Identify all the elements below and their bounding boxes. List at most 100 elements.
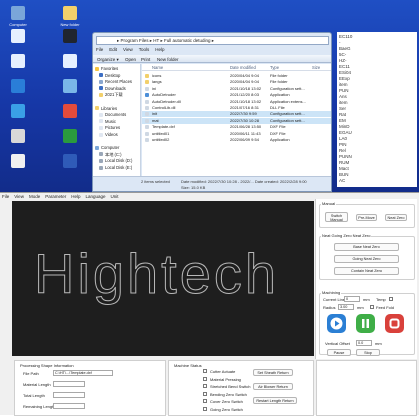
vertical-offset-input[interactable]: 0.0	[356, 340, 372, 346]
desktop-icon-image	[63, 54, 77, 68]
set-sheath-return-button[interactable]: Set Sheath Return	[253, 369, 293, 376]
stop-icon	[389, 318, 400, 329]
column-type[interactable]: Type	[270, 65, 279, 70]
file-row[interactable]: icons 2020/04/04 9:04 File folder	[142, 73, 331, 79]
file-row[interactable]: ControlLib.dll 2021/07/16 8:31 DLL File	[142, 105, 331, 111]
remaining-length-field[interactable]	[53, 403, 85, 409]
nav-item[interactable]: 2021下载	[99, 92, 123, 97]
file-row[interactable]: langs 2020/04/04 9:04 File folder	[142, 79, 331, 85]
nav-item[interactable]: Computer	[95, 145, 119, 150]
app-menu-item[interactable]: View	[14, 194, 24, 199]
nav-item[interactable]: Recent Places	[99, 79, 132, 84]
file-type: File folder	[270, 79, 288, 85]
toolbar-button[interactable]: Organize ▾	[97, 57, 119, 63]
file-row[interactable]: untitled02 2022/06/09 9:54 Application	[142, 137, 331, 143]
preview-canvas[interactable]: Hightech	[12, 201, 314, 356]
file-list: Name Date modified Type Size icons 2020/0…	[142, 64, 331, 176]
file-icon	[145, 74, 149, 78]
nav-item[interactable]: Libraries	[95, 106, 117, 111]
explorer-menu-item[interactable]: Edit	[109, 47, 117, 52]
status-checkbox[interactable]	[203, 399, 207, 403]
address-bar[interactable]: ▸ Program Files ▸ HT ▸ Full automatic de…	[96, 36, 329, 45]
remaining-length-label: Remaining Length	[23, 404, 56, 409]
file-list-header: Name Date modified Type Size	[142, 64, 331, 71]
app-menu-item[interactable]: Parameter	[45, 194, 66, 199]
file-name: mat	[152, 117, 159, 123]
file-name: init	[152, 111, 158, 117]
nav-item[interactable]: 本地 (C:)	[99, 152, 122, 157]
feed-fold-checkbox[interactable]	[370, 305, 374, 309]
desktop-icon[interactable]	[55, 152, 85, 183]
explorer-menu-item[interactable]: View	[123, 47, 133, 52]
app-menu-item[interactable]: Language	[86, 194, 106, 199]
app-menu-item[interactable]: Unit	[111, 194, 119, 199]
column-name[interactable]: Name	[152, 65, 163, 70]
app-menu-item[interactable]: File	[2, 194, 9, 199]
stop-text-button[interactable]: Stop	[356, 349, 380, 356]
file-date: 2021/12/20 8:03	[230, 92, 259, 98]
status-checkbox[interactable]	[203, 369, 207, 373]
nav-item[interactable]: Desktop	[99, 73, 120, 78]
switch-manual-button[interactable]: Switch Manual	[325, 212, 348, 222]
status-checkbox[interactable]	[203, 406, 207, 411]
file-path-field[interactable]: C:\HT\...\Template.dxf	[53, 370, 113, 376]
stop-button[interactable]	[385, 314, 404, 333]
preview-drawing: Hightech	[34, 242, 277, 306]
nav-item[interactable]: Music	[99, 119, 116, 124]
total-length-field[interactable]	[53, 392, 85, 398]
file-row[interactable]: ini 2021/10/18 13:02 Configuration sett...	[142, 86, 331, 92]
status-checkbox[interactable]	[203, 391, 207, 396]
nav-item[interactable]: Local Disk (D:)	[99, 158, 132, 163]
explorer-menu-item[interactable]: Tools	[139, 47, 150, 52]
explorer-menu-item[interactable]: Help	[155, 47, 164, 52]
contain-neat-zero-button[interactable]: Contain Neat Zero	[334, 267, 399, 275]
toolbar-button[interactable]: Open	[125, 57, 136, 62]
pause-text-button[interactable]: Pause	[327, 349, 351, 356]
temp-checkbox[interactable]	[389, 297, 393, 301]
file-row[interactable]: AutoDetruder.dll 2021/10/18 13:02 Applicat…	[142, 99, 331, 105]
status-checkbox[interactable]	[203, 376, 207, 381]
file-row[interactable]: init 2022/7/30 9:59 Configuration sett...	[142, 111, 331, 118]
strip-text: EM	[339, 118, 346, 123]
status-checkbox[interactable]	[203, 384, 207, 388]
nav-item[interactable]: Favorites	[95, 66, 118, 71]
app-menu-item[interactable]: Help	[71, 194, 80, 199]
going-neat-zero-button[interactable]: Going Neat Zero	[334, 255, 399, 263]
toolbar-button[interactable]: Print	[141, 57, 150, 62]
pause-button[interactable]	[356, 314, 375, 333]
air-blower-return-button[interactable]: Air Blower Return	[253, 383, 293, 390]
nav-item[interactable]: Pictures	[99, 125, 120, 130]
nav-item-icon	[99, 165, 103, 170]
strip-text: AC	[339, 178, 346, 183]
column-size[interactable]: Size	[312, 65, 320, 70]
restart-length-return-button[interactable]: Restart Length Return	[253, 397, 297, 404]
file-name: untitled01	[152, 130, 170, 136]
explorer-menu-item[interactable]: File	[96, 47, 103, 52]
column-date[interactable]: Date modified	[230, 65, 256, 70]
base-neat-zero-button[interactable]: Base Neat Zero	[334, 243, 399, 251]
nav-item[interactable]: Downloads	[99, 86, 126, 91]
nav-item-label: Documents	[105, 112, 127, 118]
file-row[interactable]: mat 2022/7/30 10:28 Configuration sett...	[142, 117, 331, 124]
nav-item[interactable]: Local Disk (E:)	[99, 165, 132, 170]
file-row[interactable]: untitled01 2020/06/11 11:43 DXF File	[142, 130, 331, 137]
file-type: DLL File	[270, 105, 285, 110]
control-panel: Manual Switch Manual Pre-Move Neat Zero …	[315, 199, 417, 359]
neat-zero-button[interactable]: Neat Zero	[385, 214, 407, 221]
nav-item[interactable]: Documents	[99, 112, 126, 117]
radius-input[interactable]: 3.00	[338, 304, 354, 310]
play-button[interactable]	[327, 314, 346, 333]
file-row[interactable]: Template.dxf 2021/06/28 13:50 DXF File	[142, 124, 331, 130]
file-row[interactable]: AutoDetruder 2021/12/20 8:03 Application	[142, 92, 331, 98]
file-path-label: File Path	[23, 371, 39, 376]
pre-move-button[interactable]: Pre-Move	[356, 214, 377, 221]
desktop-icon[interactable]	[3, 152, 33, 183]
material-length-field[interactable]	[53, 381, 85, 387]
current-line-input[interactable]: 0	[344, 296, 360, 302]
nav-item-label: Recent Places	[105, 79, 132, 85]
app-menu-item[interactable]: Mode	[29, 194, 40, 199]
desktop-icon-image	[11, 104, 25, 118]
nav-item[interactable]: Videos	[99, 132, 118, 137]
toolbar-button[interactable]: New folder	[157, 57, 179, 62]
manual-group-title: Manual	[321, 201, 337, 206]
